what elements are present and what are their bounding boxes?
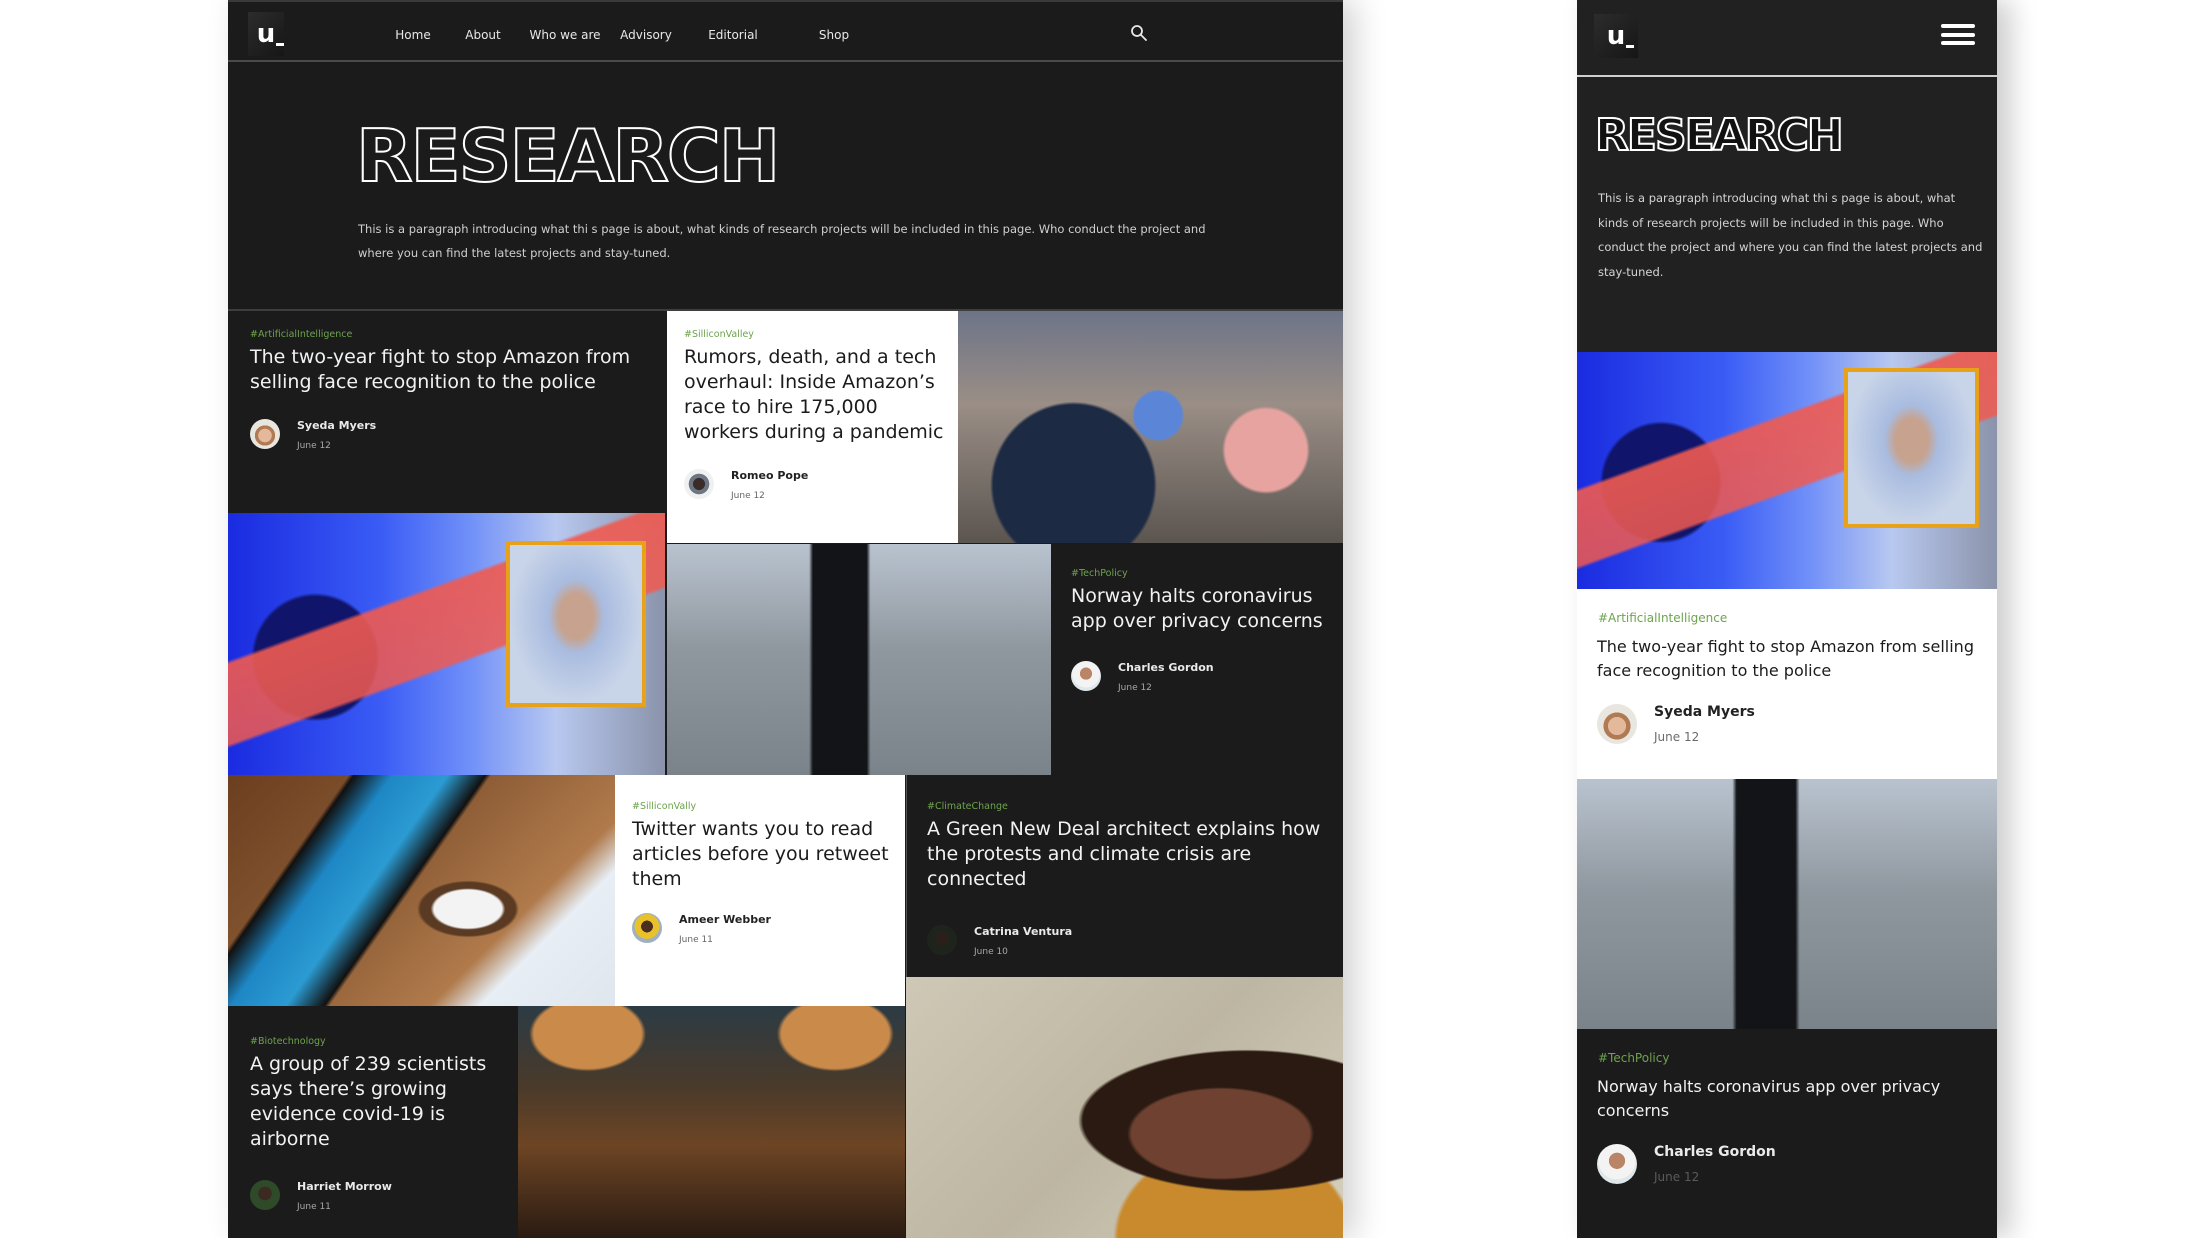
avatar (1071, 661, 1101, 691)
avatar (927, 925, 957, 955)
article-title[interactable]: Norway halts coronavirus app over privac… (1597, 1075, 1977, 1123)
logo-text: u (1606, 21, 1634, 51)
author-name: Romeo Pope (731, 469, 809, 482)
author-block: Ameer Webber June 11 (632, 913, 771, 945)
article-tag[interactable]: #Biotechnology (250, 1036, 326, 1047)
search-icon[interactable] (1130, 24, 1148, 42)
author-block: Harriet Morrow June 11 (250, 1180, 392, 1212)
main-nav: Home About Who we are Advisory Editorial… (228, 2, 1343, 64)
intro-paragraph: This is a paragraph introducing what thi… (1598, 191, 1983, 279)
face-detection-box (1844, 368, 1979, 528)
desktop-view: u Home About Who we are Advisory Editori… (228, 0, 1343, 1238)
image-woman-with-phone[interactable] (667, 544, 1051, 775)
author-block: Charles Gordon June 12 (1597, 1144, 1776, 1184)
article-tag[interactable]: #TechPolicy (1071, 568, 1128, 579)
article-title[interactable]: Norway halts coronavirus app over privac… (1071, 584, 1341, 634)
page-title: RESEARCH (1594, 109, 1845, 162)
article-tag[interactable]: #SilliconVally (632, 801, 696, 812)
article-date: June 12 (1654, 730, 1700, 744)
article-card-tech-policy[interactable]: #TechPolicy Norway halts coronavirus app… (1051, 544, 1343, 775)
article-title[interactable]: A Green New Deal architect explains how … (927, 817, 1339, 892)
avatar (1597, 1144, 1637, 1184)
article-title[interactable]: The two-year fight to stop Amazon from s… (250, 345, 660, 395)
avatar (684, 469, 714, 499)
article-date: June 12 (297, 441, 331, 451)
article-card-tech-policy[interactable]: #TechPolicy Norway halts coronavirus app… (1577, 1029, 1997, 1238)
article-title[interactable]: The two-year fight to stop Amazon from s… (1597, 635, 1977, 683)
article-card-biotech[interactable]: #Biotechnology A group of 239 scientists… (228, 1006, 518, 1238)
avatar (632, 913, 662, 943)
article-tag[interactable]: #ClimateChange (927, 801, 1008, 812)
article-date: June 11 (297, 1202, 331, 1212)
article-date: June 12 (1654, 1170, 1700, 1184)
author-block: Syeda Myers June 12 (250, 419, 376, 451)
author-block: Syeda Myers June 12 (1597, 704, 1755, 744)
author-block: Catrina Ventura June 10 (927, 925, 1072, 957)
article-card-climate[interactable]: #ClimateChange A Green New Deal architec… (906, 775, 1343, 977)
nav-editorial[interactable]: Editorial (708, 28, 758, 42)
image-job-fair-crowd[interactable] (958, 311, 1343, 543)
image-face-recognition-camera[interactable] (1577, 352, 1997, 589)
logo[interactable]: u (1594, 14, 1638, 58)
article-date: June 11 (679, 935, 713, 945)
image-woman-with-phone[interactable] (1577, 779, 1997, 1029)
article-title[interactable]: A group of 239 scientists says there’s g… (250, 1052, 512, 1152)
author-name: Syeda Myers (297, 419, 377, 432)
image-phone-and-coffee[interactable] (228, 775, 615, 1006)
nav-shop[interactable]: Shop (819, 28, 849, 42)
article-tag[interactable]: #TechPolicy (1598, 1051, 1669, 1065)
article-card-twitter[interactable]: #SilliconVally Twitter wants you to read… (615, 775, 905, 1006)
nav-about[interactable]: About (465, 28, 500, 42)
avatar (250, 419, 280, 449)
article-title[interactable]: Rumors, death, and a tech overhaul: Insi… (684, 345, 954, 445)
author-name: Catrina Ventura (974, 925, 1073, 938)
hero: RESEARCH This is a paragraph introducing… (228, 62, 1343, 311)
article-tag[interactable]: #ArtificialIntelligence (1598, 611, 1727, 625)
author-block: Romeo Pope June 12 (684, 469, 808, 501)
article-tag[interactable]: #ArtificialIntelligence (250, 329, 352, 340)
author-name: Syeda Myers (1654, 704, 1755, 720)
face-detection-box (506, 541, 646, 707)
hamburger-icon[interactable] (1941, 24, 1975, 46)
nav-who-we-are[interactable]: Who we are (529, 28, 600, 42)
page-title: RESEARCH (355, 113, 781, 199)
article-tag[interactable]: #SilliconValley (684, 329, 754, 340)
article-date: June 12 (1118, 683, 1152, 693)
article-card-ai[interactable]: #ArtificialIntelligence The two-year fig… (228, 311, 667, 515)
image-restaurant-interior[interactable] (518, 1006, 905, 1238)
nav-advisory[interactable]: Advisory (620, 28, 672, 42)
mobile-view: u RESEARCH This is a paragraph introduci… (1577, 0, 1997, 1238)
avatar (250, 1180, 280, 1210)
image-face-recognition-camera[interactable] (228, 513, 665, 775)
author-name: Harriet Morrow (297, 1180, 392, 1193)
desktop-header: u Home About Who we are Advisory Editori… (228, 0, 1343, 62)
intro-paragraph: This is a paragraph introducing what thi… (358, 222, 1206, 260)
article-card-silicon-valley[interactable]: #SilliconValley Rumors, death, and a tec… (667, 311, 958, 543)
author-name: Charles Gordon (1118, 661, 1214, 674)
author-name: Ameer Webber (679, 913, 771, 926)
article-date: June 12 (731, 491, 765, 501)
image-smiling-woman[interactable] (906, 977, 1343, 1238)
author-block: Charles Gordon June 12 (1071, 661, 1214, 693)
article-title[interactable]: Twitter wants you to read articles befor… (632, 817, 904, 892)
nav-home[interactable]: Home (395, 28, 430, 42)
avatar (1597, 704, 1637, 744)
author-name: Charles Gordon (1654, 1144, 1776, 1160)
mobile-header: u (1577, 0, 1997, 77)
article-date: June 10 (974, 947, 1008, 957)
article-card-ai[interactable]: #ArtificialIntelligence The two-year fig… (1577, 589, 1997, 779)
